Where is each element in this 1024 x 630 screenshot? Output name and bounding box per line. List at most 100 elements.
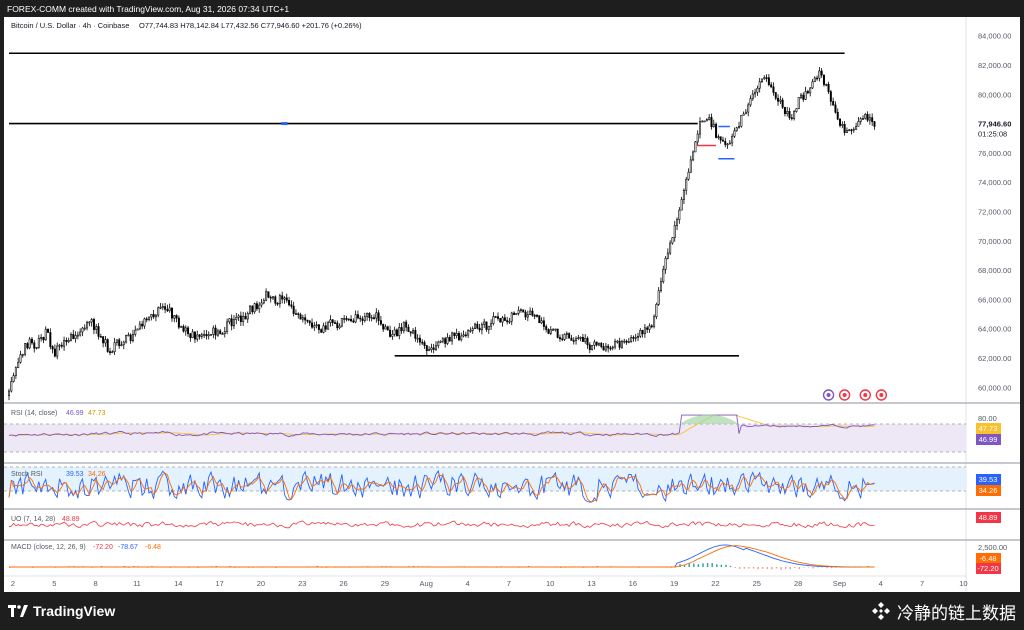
candle-body	[593, 341, 596, 346]
candle-body	[754, 91, 757, 95]
candle-body	[554, 328, 557, 331]
candle-body	[180, 326, 183, 328]
candle-body	[588, 344, 591, 350]
candle-body	[272, 296, 274, 299]
candle-body	[327, 322, 330, 330]
candle-body	[127, 334, 130, 337]
macd-histogram-bar	[771, 567, 773, 570]
candle-body	[26, 343, 29, 349]
ohlc-values: O77,744.83 H78,142.84 L77,432.56 C77,946…	[139, 21, 362, 30]
time-tick-label: Sep	[833, 579, 846, 588]
bar-countdown-label: 01:25:08	[978, 129, 1007, 138]
candle-body	[558, 337, 561, 340]
candle-body	[322, 325, 325, 333]
candle-body	[343, 318, 346, 320]
candle-body	[299, 314, 302, 320]
candle-body	[324, 325, 327, 330]
macd-histogram-bar	[706, 563, 709, 567]
candle-body	[143, 318, 146, 327]
candle-body	[515, 312, 518, 315]
candle-body	[136, 328, 139, 331]
candle-body	[49, 332, 52, 347]
candle-body	[40, 337, 43, 339]
macd-histogram-bar	[761, 567, 764, 569]
macd-histogram-bar	[807, 567, 810, 568]
candle-body	[354, 314, 357, 323]
candle-body	[669, 242, 672, 254]
candle-body	[395, 329, 398, 337]
candle-body	[749, 98, 752, 106]
candle-body	[441, 338, 444, 342]
candle-body	[10, 381, 13, 392]
symbol-name: Bitcoin / U.S. Dollar · 4h · Coinbase	[11, 21, 129, 30]
candle-body	[673, 225, 676, 238]
candle-body	[294, 313, 297, 315]
candle-body	[430, 347, 433, 350]
candle-body	[595, 341, 598, 346]
candle-body	[467, 330, 470, 336]
uo-value: 48.89	[62, 516, 80, 523]
candle-body	[841, 124, 844, 126]
candle-body	[377, 312, 380, 321]
candle-body	[653, 316, 656, 327]
candle-body	[453, 332, 456, 336]
time-tick-label: 26	[339, 579, 347, 588]
candle-body	[565, 333, 568, 335]
candle-body	[765, 77, 768, 79]
candle-body	[198, 334, 201, 337]
candle-body	[744, 111, 747, 115]
candle-body	[308, 320, 311, 324]
candle-body	[733, 130, 736, 137]
candle-body	[12, 375, 15, 382]
macd-histogram-bar	[693, 563, 695, 567]
candle-body	[69, 334, 72, 341]
chart-frame[interactable]: 84,000.0082,000.0080,000.0078,000.0076,0…	[4, 17, 1020, 592]
candle-body	[173, 315, 176, 319]
candle-body	[529, 310, 532, 315]
candle-body	[680, 199, 683, 211]
candle-body	[444, 338, 447, 344]
macd-histogram-bar	[817, 566, 819, 568]
candle-body	[462, 334, 465, 337]
candle-body	[210, 334, 213, 336]
candle-body	[44, 328, 47, 341]
candle-body	[109, 351, 111, 353]
candle-body	[134, 329, 137, 335]
stoch-k-value: 39.53	[979, 475, 998, 484]
macd-histogram-bar	[798, 567, 801, 570]
candle-body	[278, 295, 281, 305]
candle-body	[333, 322, 336, 324]
candle-body	[269, 296, 272, 299]
candle-body	[451, 332, 454, 342]
candle-body	[352, 320, 355, 323]
candle-body	[708, 117, 711, 120]
price-tick-label: 66,000.00	[978, 295, 1011, 304]
candle-body	[797, 97, 800, 110]
candle-body	[694, 141, 697, 153]
candle-body	[340, 318, 343, 327]
candle-body	[572, 340, 575, 342]
candle-body	[813, 77, 816, 83]
candle-body	[786, 111, 789, 114]
tradingview-logo[interactable]: TradingView	[8, 602, 115, 620]
candle-body	[412, 330, 415, 334]
candle-body	[205, 334, 208, 337]
candle-body	[292, 305, 295, 314]
candle-body	[689, 159, 692, 173]
candle-body	[549, 329, 552, 334]
candle-body	[203, 334, 206, 336]
macd-value: -78.67	[118, 544, 138, 551]
candle-body	[232, 319, 235, 327]
candle-body	[545, 326, 548, 330]
candle-body	[531, 310, 534, 316]
candle-body	[409, 331, 412, 334]
candle-body	[177, 317, 180, 328]
candle-body	[758, 81, 761, 89]
candle-body	[648, 325, 651, 330]
macd-histogram-bar	[821, 567, 824, 568]
candle-body	[806, 91, 809, 94]
candle-body	[350, 318, 353, 322]
chart-canvas[interactable]: 84,000.0082,000.0080,000.0078,000.0076,0…	[4, 17, 1020, 592]
candle-body	[148, 316, 151, 320]
candle-body	[193, 331, 196, 340]
